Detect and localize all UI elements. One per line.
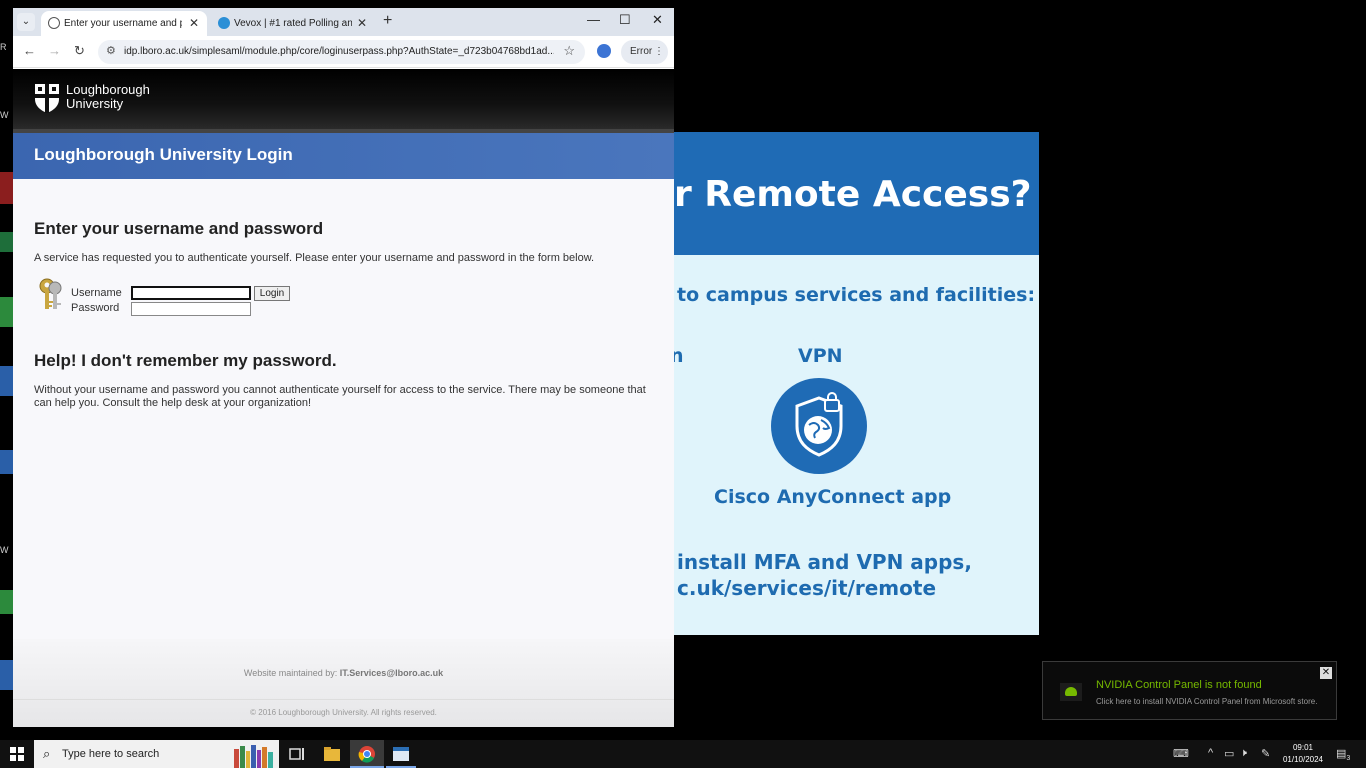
reload-icon[interactable]: ↻: [74, 43, 85, 59]
app-taskbar-button[interactable]: [386, 740, 416, 768]
footer-prefix: Website maintained by: [243, 668, 335, 678]
keyboard-icon[interactable]: ⌨: [1173, 747, 1189, 760]
file-explorer-icon[interactable]: [323, 745, 341, 763]
slide-bottom-line-1: install MFA and VPN apps,: [677, 550, 972, 574]
desktop-icon[interactable]: [0, 232, 14, 252]
remote-access-slide: r Remote Access? to campus services and …: [674, 132, 1039, 635]
footer-copyright: © 2016 Loughborough University. All righ…: [250, 708, 437, 717]
tab-title: Enter your username and password: [64, 18, 182, 29]
password-label: Password: [71, 302, 120, 314]
show-hidden-icons-icon[interactable]: ^: [1208, 747, 1213, 759]
address-bar[interactable]: ⚙ idp.lboro.ac.uk/simplesaml/module.php/…: [98, 40, 585, 64]
nvidia-notification[interactable]: NVIDIA Control Panel is not found Click …: [1042, 661, 1337, 720]
desktop-icon[interactable]: [0, 297, 14, 327]
nvidia-icon: [1060, 683, 1082, 701]
windows-start-icon[interactable]: [10, 747, 24, 761]
new-tab-button[interactable]: +: [383, 12, 392, 30]
site-header: Loughborough University: [13, 69, 674, 129]
desktop-icon[interactable]: W: [0, 545, 14, 555]
login-intro: A service has requested you to authentic…: [34, 252, 595, 264]
help-heading: Help! I don't remember my password.: [34, 351, 337, 370]
close-icon[interactable]: ✕: [1320, 667, 1332, 679]
notification-body: Click here to install NVIDIA Control Pan…: [1096, 697, 1318, 706]
tab-vevox[interactable]: Vevox | #1 rated Polling and Q&A ✕: [211, 11, 375, 36]
error-label: Error: [630, 46, 653, 57]
logo-line-2: University: [66, 96, 124, 111]
password-field[interactable]: [131, 302, 251, 316]
search-placeholder: Type here to search: [62, 748, 160, 760]
globe-icon: [48, 17, 60, 29]
clock-date: 01/10/2024: [1282, 755, 1324, 764]
slide-subtitle: to campus services and facilities:: [677, 284, 1036, 306]
kebab-menu-icon[interactable]: ⋮: [654, 40, 664, 64]
task-view-icon[interactable]: [288, 745, 306, 763]
search-icon: ⌕: [43, 746, 51, 761]
login-button[interactable]: Login: [254, 286, 290, 301]
close-window-button[interactable]: ✕: [652, 12, 663, 28]
slide-vpn-heading: VPN: [798, 345, 843, 367]
bookmark-star-icon[interactable]: ☆: [563, 43, 575, 59]
clock-time: 09:01: [1292, 743, 1314, 752]
page-footer: Website maintained by: IT.Services@lboro…: [13, 639, 674, 727]
desktop-icon[interactable]: [0, 450, 14, 474]
profile-avatar-icon[interactable]: [597, 44, 611, 58]
site-info-icon[interactable]: ⚙: [106, 44, 116, 57]
login-content: Enter your username and password A servi…: [13, 179, 674, 639]
footer-maintainer: Website maintained by: IT.Services@lboro…: [243, 668, 444, 678]
slide-title: r Remote Access?: [674, 174, 1032, 215]
action-center-icon[interactable]: ▤3: [1336, 747, 1350, 762]
desktop-icon[interactable]: [0, 590, 14, 614]
page-title: Loughborough University Login: [34, 145, 293, 164]
vevox-icon: [218, 17, 230, 29]
keys-icon: [39, 278, 62, 309]
minimize-button[interactable]: —: [587, 12, 600, 27]
taskbar-search[interactable]: ⌕ Type here to search: [34, 740, 279, 768]
username-label: Username: [71, 287, 122, 299]
slide-bottom-line-2: c.uk/services/it/remote: [677, 576, 937, 600]
url-text[interactable]: idp.lboro.ac.uk/simplesaml/module.php/co…: [124, 40, 554, 64]
desktop-icon[interactable]: [0, 366, 14, 396]
footer-divider: [13, 699, 674, 700]
window-app-icon: [393, 747, 409, 761]
error-button[interactable]: Error ⋮: [621, 40, 668, 64]
taskbar: ⌕ Type here to search ⌨ ^ ▭ 🕨 ✎ 09:01 01…: [0, 740, 1366, 768]
tab-strip: ⌄ Enter your username and password ✕ Vev…: [13, 8, 674, 36]
chrome-icon: [358, 746, 375, 763]
volume-muted-icon[interactable]: 🕨: [1240, 747, 1247, 760]
back-arrow-icon[interactable]: ←: [23, 43, 36, 58]
pen-icon[interactable]: ✎: [1261, 747, 1270, 760]
books-illustration-icon: [234, 745, 273, 768]
slide-left-heading: n: [674, 345, 684, 367]
logo-line-1: Loughborough: [66, 82, 150, 97]
slide-app-name: Cisco AnyConnect app: [714, 486, 952, 508]
maximize-button[interactable]: ☐: [619, 12, 631, 28]
help-text: Without your username and password you c…: [34, 384, 646, 409]
chevron-down-icon[interactable]: ⌄: [17, 13, 35, 31]
network-icon[interactable]: ▭: [1224, 747, 1234, 760]
tab-title: Vevox | #1 rated Polling and Q&A: [234, 18, 352, 29]
close-tab-icon[interactable]: ✕: [189, 11, 199, 36]
chrome-taskbar-button[interactable]: [350, 740, 384, 768]
forward-arrow-icon[interactable]: →: [48, 43, 61, 58]
desktop-icon[interactable]: [0, 172, 14, 204]
desktop-icon[interactable]: W: [0, 110, 14, 120]
vpn-shield-globe-icon: [771, 378, 867, 474]
slide-title-band: r Remote Access?: [674, 132, 1039, 255]
footer-email-link[interactable]: IT.Services@lboro.ac.uk: [340, 668, 443, 678]
browser-toolbar: ← → ↻ ⚙ idp.lboro.ac.uk/simplesaml/modul…: [13, 36, 674, 68]
username-field[interactable]: [131, 286, 251, 300]
login-heading: Enter your username and password: [34, 219, 324, 238]
desktop-icon[interactable]: [0, 660, 14, 690]
system-clock[interactable]: 09:01 01/10/2024: [1278, 742, 1328, 766]
browser-window: ⌄ Enter your username and password ✕ Vev…: [13, 8, 674, 727]
desktop-icon[interactable]: R: [0, 42, 14, 52]
tab-login[interactable]: Enter your username and password ✕: [41, 11, 207, 36]
close-tab-icon[interactable]: ✕: [357, 11, 367, 36]
shield-logo-icon: [35, 84, 59, 113]
login-banner: Loughborough University Login: [13, 133, 674, 179]
notification-title: NVIDIA Control Panel is not found: [1096, 679, 1262, 691]
notification-count: 3: [1346, 755, 1351, 763]
